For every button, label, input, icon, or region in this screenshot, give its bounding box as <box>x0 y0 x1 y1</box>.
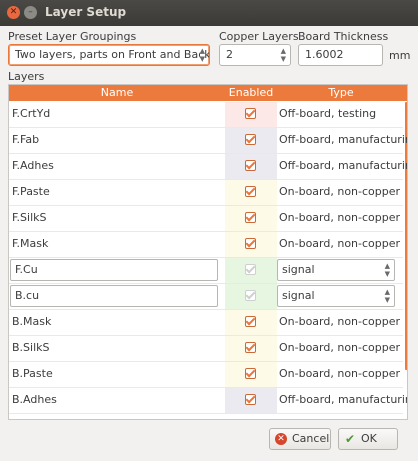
enabled-cell <box>225 232 277 257</box>
preset-label: Preset Layer Groupings <box>8 30 137 43</box>
enabled-checkbox[interactable] <box>245 368 256 379</box>
layer-type: Off-board, testing <box>279 107 377 120</box>
enabled-checkbox[interactable] <box>245 212 256 223</box>
enabled-checkbox[interactable] <box>245 316 256 327</box>
window-title: Layer Setup <box>45 5 127 19</box>
enabled-cell <box>225 102 277 127</box>
enabled-cell <box>225 284 277 309</box>
layer-name: B.Adhes <box>12 393 57 406</box>
spin-arrows-icon: ▲ ▼ <box>199 47 205 63</box>
checkmark-icon: ✔ <box>344 432 356 446</box>
close-icon[interactable]: ✕ <box>7 6 20 19</box>
table-row[interactable]: F.Adhes Off-board, manufacturing <box>9 154 407 180</box>
layer-name: F.Mask <box>12 237 49 250</box>
table-row[interactable]: B.Paste On-board, non-copper <box>9 362 403 388</box>
table-row[interactable]: F.Mask On-board, non-copper <box>9 232 403 258</box>
layers-table: Name Enabled Type F.CrtYd Off-board, test… <box>8 84 408 420</box>
thickness-unit: mm <box>389 49 411 62</box>
layer-name: F.SilkS <box>12 211 47 224</box>
enabled-checkbox[interactable] <box>245 108 256 119</box>
table-row[interactable]: B.Mask On-board, non-copper <box>9 310 403 336</box>
layer-type-select[interactable]: signal ▲ ▼ <box>277 285 395 307</box>
table-row[interactable]: F.Paste On-board, non-copper <box>9 180 403 206</box>
layer-type: On-board, non-copper <box>279 315 401 328</box>
layer-type: On-board, non-copper <box>279 367 401 380</box>
enabled-checkbox[interactable] <box>245 394 256 405</box>
enabled-checkbox[interactable] <box>245 186 256 197</box>
spin-arrows-icon: ▲ ▼ <box>280 47 286 63</box>
layer-type: Off-board, manufacturing <box>279 159 408 172</box>
layer-type: On-board, non-copper <box>279 185 401 198</box>
enabled-cell <box>225 206 277 231</box>
layer-type: On-board, non-copper <box>279 341 401 354</box>
enabled-checkbox[interactable] <box>245 342 256 353</box>
layer-name-input[interactable]: B.cu <box>10 285 218 307</box>
enabled-cell <box>225 310 277 335</box>
layer-name-input[interactable]: F.Cu <box>10 259 218 281</box>
title-bar: ✕ – Layer Setup <box>0 0 418 26</box>
copper-layers-value: 2 <box>226 48 233 61</box>
layer-type: On-board, non-copper <box>279 211 401 224</box>
cancel-button[interactable]: ✕ Cancel <box>269 428 331 450</box>
spin-arrows-icon: ▲ ▼ <box>384 262 390 278</box>
table-row[interactable]: F.Fab Off-board, manufacturing <box>9 128 407 154</box>
layer-name: B.SilkS <box>12 341 50 354</box>
minimize-icon[interactable]: – <box>24 6 37 19</box>
layer-name: F.Fab <box>12 133 40 146</box>
table-row[interactable]: B.SilkS On-board, non-copper <box>9 336 403 362</box>
enabled-cell <box>225 336 277 361</box>
enabled-cell <box>225 180 277 205</box>
enabled-cell <box>225 258 277 283</box>
layer-type-value: signal <box>282 263 315 276</box>
enabled-checkbox <box>245 264 256 275</box>
table-row[interactable]: F.SilkS On-board, non-copper <box>9 206 403 232</box>
layer-name: B.Paste <box>12 367 53 380</box>
enabled-checkbox[interactable] <box>245 238 256 249</box>
layer-type: Off-board, manufacturing <box>279 393 408 406</box>
board-thickness-label: Board Thickness <box>298 30 389 43</box>
header-enabled: Enabled <box>228 86 274 99</box>
table-row[interactable]: B.Adhes Off-board, manufacturing <box>9 388 407 414</box>
enabled-cell <box>225 128 277 153</box>
copper-layers-label: Copper Layers <box>219 30 299 43</box>
enabled-cell <box>225 388 277 413</box>
copper-layers-select[interactable]: 2 ▲ ▼ <box>219 44 291 66</box>
table-row[interactable]: F.Cu signal ▲ ▼ <box>9 258 403 284</box>
enabled-checkbox[interactable] <box>245 160 256 171</box>
table-row[interactable]: F.CrtYd Off-board, testing <box>9 102 403 128</box>
spin-arrows-icon: ▲ ▼ <box>384 288 390 304</box>
layer-name: F.Adhes <box>12 159 54 172</box>
board-thickness-input[interactable]: 1.6002 <box>298 44 383 66</box>
ok-label: OK <box>361 432 377 445</box>
layers-label: Layers <box>8 70 45 83</box>
layer-type-value: signal <box>282 289 315 302</box>
enabled-cell <box>225 154 277 179</box>
ok-button[interactable]: ✔ OK <box>338 428 398 450</box>
header-type: Type <box>328 86 354 99</box>
layer-type: Off-board, manufacturing <box>279 133 408 146</box>
table-header: Name Enabled Type <box>9 85 407 101</box>
preset-select[interactable]: Two layers, parts on Front and Back ▲ ▼ <box>8 44 210 66</box>
preset-value: Two layers, parts on Front and Back <box>15 48 210 61</box>
layer-name: F.Paste <box>12 185 50 198</box>
layer-name: F.CrtYd <box>12 107 51 120</box>
layer-name: B.Mask <box>12 315 52 328</box>
enabled-checkbox[interactable] <box>245 134 256 145</box>
cancel-label: Cancel <box>292 432 330 445</box>
enabled-checkbox <box>245 290 256 301</box>
cancel-icon: ✕ <box>275 433 287 445</box>
layer-type-select[interactable]: signal ▲ ▼ <box>277 259 395 281</box>
table-row[interactable]: B.cu signal ▲ ▼ <box>9 284 403 310</box>
header-name: Name <box>100 86 134 99</box>
enabled-cell <box>225 362 277 387</box>
layer-type: On-board, non-copper <box>279 237 401 250</box>
